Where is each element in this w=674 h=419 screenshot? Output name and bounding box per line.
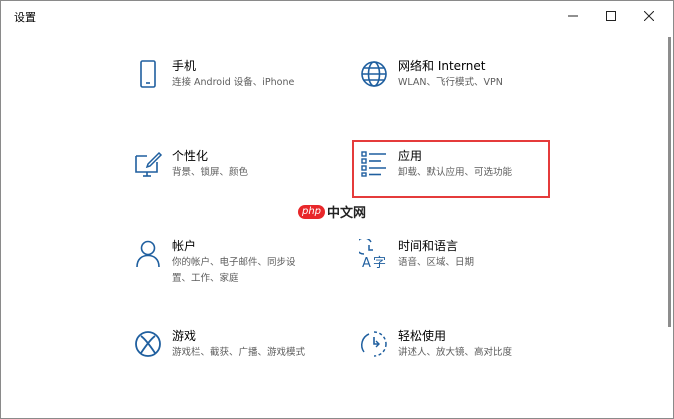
close-icon — [644, 11, 654, 21]
svg-text:字: 字 — [373, 256, 386, 269]
apps-list-icon — [357, 147, 391, 181]
phone-icon — [131, 57, 165, 91]
paintbrush-monitor-icon — [131, 147, 165, 181]
ease-of-access-icon — [357, 327, 391, 361]
tile-description: 讲述人、放大镜、高对比度 — [398, 347, 513, 358]
settings-tile-apps[interactable]: 应用 卸载、默认应用、可选功能 — [357, 147, 577, 211]
scrollbar[interactable] — [668, 37, 671, 327]
person-icon — [131, 237, 165, 271]
tile-description: 语音、区域、日期 — [398, 257, 475, 268]
tile-title: 个性化 — [172, 149, 209, 163]
settings-tile-ease-of-access[interactable]: 轻松使用 讲述人、放大镜、高对比度 — [357, 327, 577, 391]
minimize-button[interactable] — [554, 1, 592, 31]
maximize-button[interactable] — [592, 1, 630, 31]
tile-description: 卸载、默认应用、可选功能 — [398, 167, 513, 178]
tile-description: 游戏栏、截获、广播、游戏模式 — [172, 347, 306, 358]
settings-tile-gaming[interactable]: 游戏 游戏栏、截获、广播、游戏模式 — [131, 327, 351, 391]
xbox-icon — [131, 327, 165, 361]
tile-title: 网络和 Internet — [398, 59, 486, 73]
settings-tile-time-language[interactable]: A 字 时间和语言 语音、区域、日期 — [357, 237, 577, 301]
tile-description: WLAN、飞行模式、VPN — [398, 77, 503, 88]
tile-title: 轻松使用 — [398, 329, 447, 343]
minimize-icon — [568, 15, 578, 17]
watermark: php 中文网 — [298, 202, 366, 221]
settings-tile-accounts[interactable]: 帐户 你的帐户、电子邮件、同步设 置、工作、家庭 — [131, 237, 351, 301]
tile-description: 背景、锁屏、颜色 — [172, 167, 249, 178]
svg-text:A: A — [362, 256, 371, 269]
tile-description: 连接 Android 设备、iPhone — [172, 77, 295, 88]
window-title: 设置 — [14, 11, 36, 24]
title-bar: 设置 — [1, 1, 673, 31]
tile-description: 你的帐户、电子邮件、同步设 置、工作、家庭 — [172, 257, 296, 284]
globe-icon — [357, 57, 391, 91]
watermark-text: 中文网 — [327, 206, 367, 221]
settings-window: 设置 手机 连接 Android 设备、iPhone 网络和 Internet … — [0, 0, 674, 419]
settings-tile-network[interactable]: 网络和 Internet WLAN、飞行模式、VPN — [357, 57, 577, 121]
tile-title: 帐户 — [172, 239, 197, 253]
settings-tile-phone[interactable]: 手机 连接 Android 设备、iPhone — [131, 57, 351, 121]
watermark-logo: php — [298, 204, 326, 219]
tile-title: 时间和语言 — [398, 239, 459, 253]
time-language-icon: A 字 — [357, 237, 391, 271]
tile-title: 游戏 — [172, 329, 197, 343]
tile-title: 手机 — [172, 59, 197, 73]
close-button[interactable] — [630, 1, 668, 31]
maximize-icon — [606, 11, 616, 21]
tile-title: 应用 — [398, 149, 423, 163]
